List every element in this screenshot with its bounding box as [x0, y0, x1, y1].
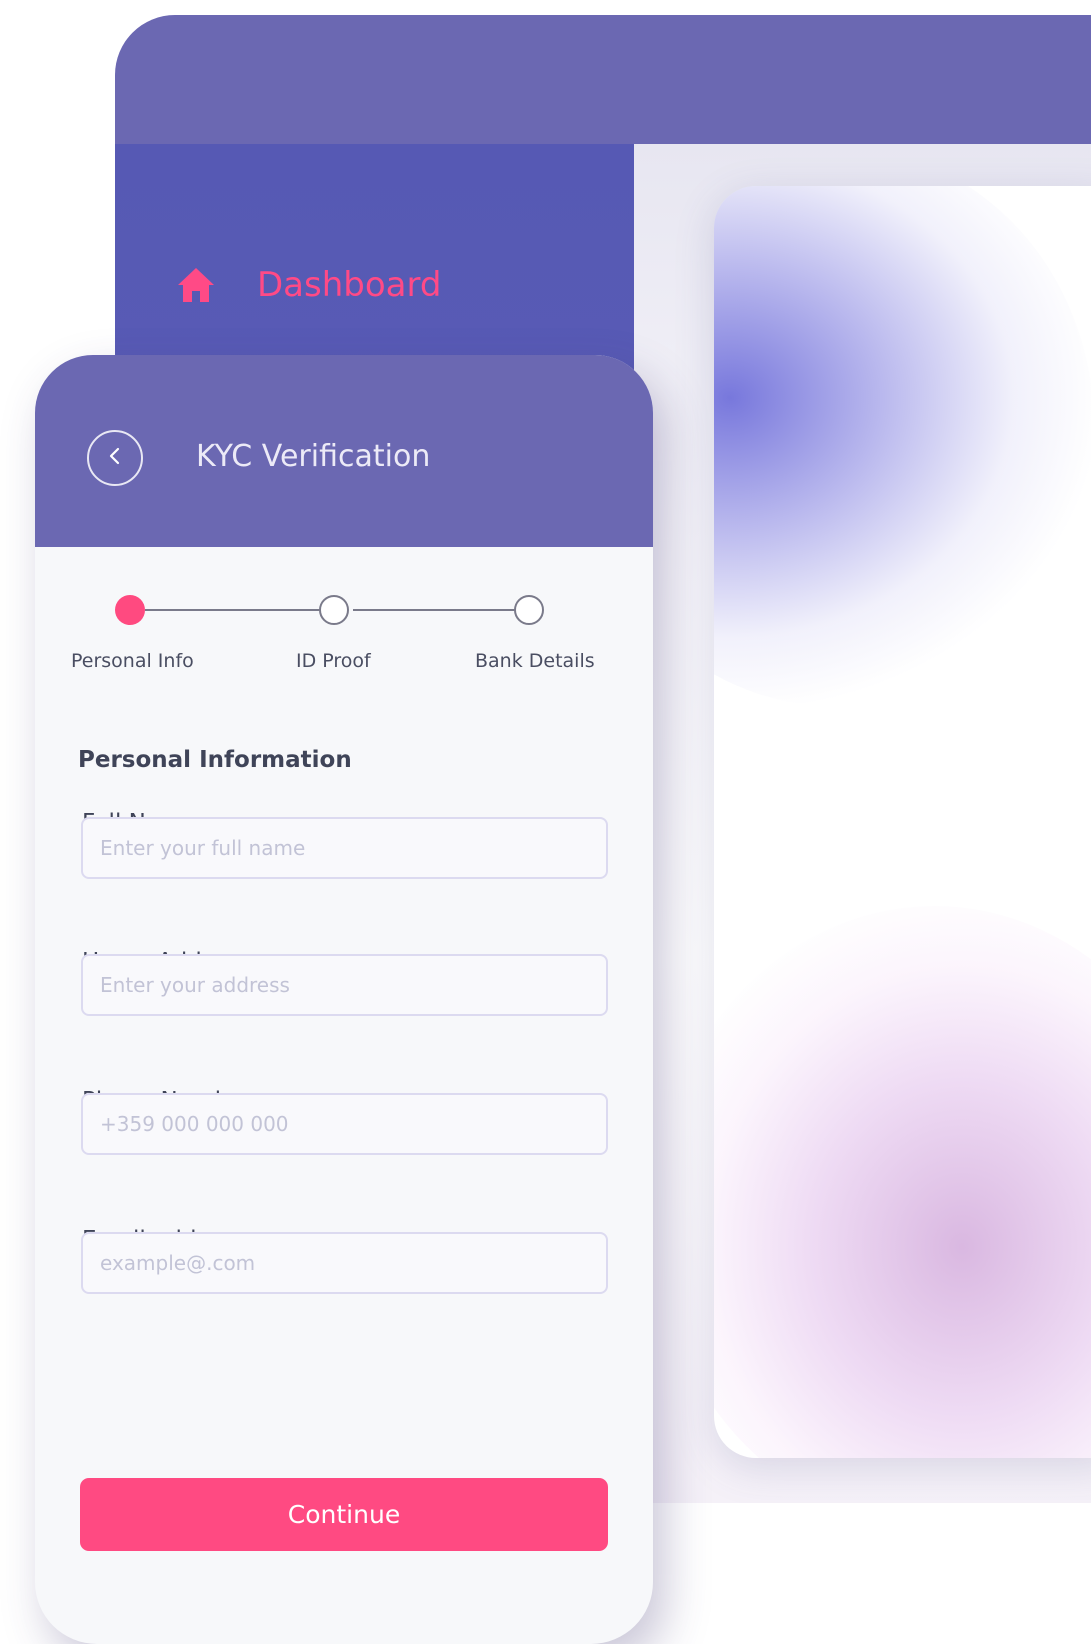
content-panel — [714, 186, 1091, 1458]
decorative-blur-pink — [714, 906, 1091, 1458]
kyc-card: KYC Verification Personal Info ID Proof … — [35, 355, 653, 1644]
email-input[interactable] — [81, 1232, 608, 1294]
step-label-bank-details: Bank Details — [475, 650, 595, 672]
phone-number-input[interactable] — [81, 1093, 608, 1155]
continue-button[interactable]: Continue — [80, 1478, 608, 1551]
sidebar-item-dashboard[interactable]: Dashboard — [175, 264, 441, 306]
section-title: Personal Information — [78, 747, 352, 773]
stepper-connector — [145, 609, 325, 611]
decorative-blur-blue — [714, 186, 1091, 706]
back-button[interactable] — [87, 430, 143, 486]
step-label-personal-info: Personal Info — [71, 650, 194, 672]
dashboard-topbar — [115, 15, 1091, 144]
kyc-header: KYC Verification — [35, 355, 653, 547]
step-indicator-bank-details[interactable] — [514, 595, 544, 625]
step-indicator-personal-info[interactable] — [115, 595, 145, 625]
chevron-left-icon — [108, 447, 122, 470]
step-label-id-proof: ID Proof — [296, 650, 371, 672]
page-title: KYC Verification — [196, 439, 431, 474]
home-address-input[interactable] — [81, 954, 608, 1016]
step-indicator-id-proof[interactable] — [319, 595, 349, 625]
stepper-connector — [353, 609, 521, 611]
sidebar-item-label: Dashboard — [257, 265, 442, 305]
full-name-input[interactable] — [81, 817, 608, 879]
home-icon — [175, 264, 217, 306]
